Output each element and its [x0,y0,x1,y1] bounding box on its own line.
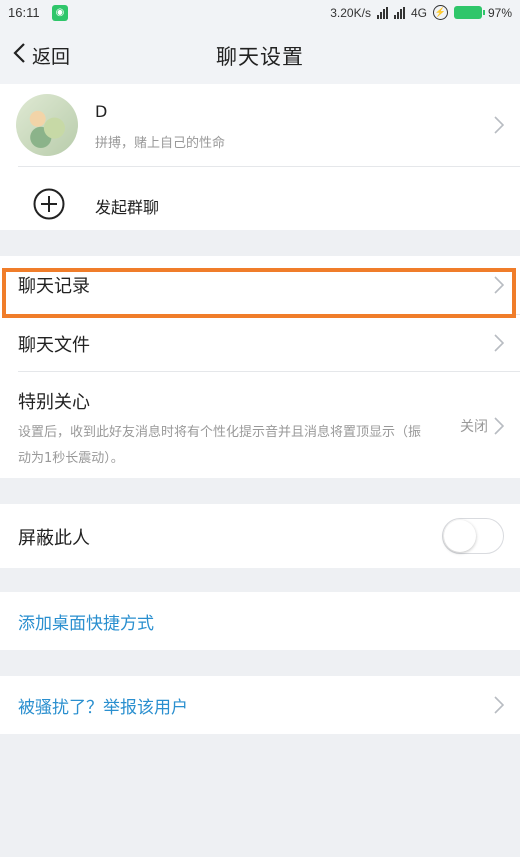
network-speed: 3.20K/s [330,5,371,20]
charging-icon: ⚡ [432,5,448,20]
page-title: 聊天设置 [216,45,304,69]
chat-files-row[interactable]: 聊天文件 [0,315,520,371]
chat-records-label: 聊天记录 [18,276,90,297]
notification-app-icon: ◉ [52,5,68,21]
block-user-toggle[interactable] [442,518,504,554]
avatar [16,94,78,156]
profile-name: D [95,102,108,121]
toggle-knob [444,520,476,552]
report-user-link[interactable]: 被骚扰了？举报该用户 [18,693,188,718]
battery-icon [453,6,485,19]
chat-files-label: 聊天文件 [18,335,90,356]
add-circle-icon [33,188,65,220]
status-bar: 16:11 ◉ 3.20K/s 4G ⚡ 97% [0,0,520,26]
block-user-label: 屏蔽此人 [18,528,90,549]
add-shortcut-row[interactable]: 添加桌面快捷方式 [0,592,520,650]
block-section: 屏蔽此人 [0,504,520,568]
report-user-row[interactable]: 被骚扰了？举报该用户 [0,676,520,734]
chevron-right-icon [494,334,504,352]
profile-section: D 拼搏，赌上自己的性命 发起群聊 [0,84,520,230]
network-type: 4G [410,5,427,20]
special-care-status: 关闭 [460,419,488,435]
shortcut-section: 添加桌面快捷方式 [0,592,520,650]
special-care-description: 设置后，收到此好友消息时将有个性化提示音并且消息将置顶显示（振动为1秒长震动）。 [18,425,422,466]
status-right: 3.20K/s 4G ⚡ 97% [330,5,512,20]
block-user-row: 屏蔽此人 [0,504,520,568]
chat-options-section: 聊天记录 聊天文件 特别关心 设置后，收到此好友消息时将有个性化提示音并且消息将… [0,256,520,478]
chevron-right-icon [494,696,504,714]
report-section: 被骚扰了？举报该用户 [0,676,520,734]
add-shortcut-link[interactable]: 添加桌面快捷方式 [18,609,154,634]
profile-row[interactable]: D 拼搏，赌上自己的性命 [0,84,520,166]
start-group-chat-row[interactable]: 发起群聊 [0,167,520,230]
signal-icon [376,6,388,19]
start-group-chat-label: 发起群聊 [95,198,160,217]
special-care-label: 特别关心 [18,392,90,413]
battery-level: 97% [487,5,512,20]
signal-icon-2 [393,6,405,19]
chevron-right-icon [494,417,504,435]
title-bar: 返回 聊天设置 [0,26,520,84]
status-time: 16:11 [8,5,40,20]
chevron-right-icon [494,116,504,134]
chat-records-row[interactable]: 聊天记录 [0,256,520,314]
chevron-right-icon [494,276,504,294]
profile-signature: 拼搏，赌上自己的性命 [95,136,226,151]
special-care-row[interactable]: 特别关心 设置后，收到此好友消息时将有个性化提示音并且消息将置顶显示（振动为1秒… [0,372,520,478]
